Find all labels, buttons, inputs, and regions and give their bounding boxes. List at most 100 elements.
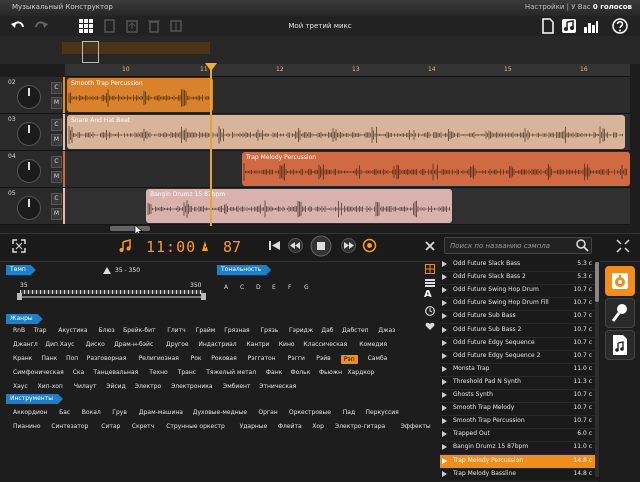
sample-row[interactable]: Trap Melody Bassline 14.8 с (440, 468, 598, 482)
sample-row[interactable]: Bangin Drumz 15 87bpm 11.0 с (440, 441, 598, 456)
genre-tag[interactable]: Фьюжн (319, 369, 342, 376)
instrument-tag[interactable]: Скретч (132, 423, 154, 430)
music-note-icon[interactable] (118, 239, 132, 253)
genre-tag[interactable]: Техно (149, 369, 168, 376)
genre-tag[interactable]: Разговорная (87, 355, 127, 362)
timeline-ruler[interactable]: 10 11 12 13 14 15 16 (65, 64, 630, 77)
instrument-tag[interactable]: Вокал (82, 409, 101, 416)
genre-tag[interactable]: Дип Хаус (45, 341, 74, 348)
genre-tag[interactable]: Джангл (13, 341, 38, 348)
genre-tag[interactable]: Кранк (13, 355, 32, 362)
track-lane[interactable]: Smooth Trap Percussion (65, 77, 630, 114)
genre-tag[interactable]: Эмбиент (223, 383, 250, 390)
play-icon[interactable] (442, 365, 447, 372)
fullscreen-icon[interactable] (12, 239, 26, 253)
instrument-tag[interactable]: Флейта (278, 423, 302, 430)
horizontal-scrollbar[interactable] (110, 226, 150, 231)
instrument-tag[interactable]: Эффекты (401, 423, 431, 430)
instrument-tag[interactable]: Ударные (240, 423, 268, 430)
sample-row[interactable]: Odd Future Edgy Sequence 10.7 с (440, 337, 598, 351)
sample-row[interactable]: Odd Future Swing Hop Drum 10.7 с (440, 284, 598, 299)
key-option[interactable]: A (224, 284, 228, 291)
genre-tag[interactable]: Глитч (167, 327, 185, 334)
bpm-display[interactable]: 87 (223, 238, 241, 256)
genre-tag[interactable]: Даб (321, 327, 333, 334)
genre-tag[interactable]: Брейк-бит (123, 327, 155, 334)
instrument-tag[interactable]: Струнные оркестр (166, 423, 225, 430)
tab-samples[interactable] (605, 266, 635, 296)
favorites-icon[interactable] (425, 321, 435, 331)
sample-row[interactable]: Smooth Trap Melody 10.7 с (440, 402, 598, 417)
sample-row[interactable]: Odd Future Sub Bass 2 10.7 с (440, 324, 598, 338)
volume-knob[interactable] (17, 196, 41, 220)
instrument-tag[interactable]: Перкуссия (366, 409, 399, 416)
genre-tag[interactable]: Диско (86, 341, 105, 348)
track-lane[interactable]: Trap Melody Percussion (65, 151, 630, 188)
genre-tag[interactable]: Акустика (58, 327, 87, 334)
equalizer-icon[interactable] (583, 18, 599, 34)
genre-tag[interactable]: Дабстеп (342, 327, 368, 334)
genre-tag[interactable]: Хардкор (348, 369, 375, 376)
list-view-icon[interactable] (425, 278, 435, 288)
play-icon[interactable] (442, 418, 447, 425)
instrument-tag[interactable]: Грув (112, 409, 127, 416)
new-file-icon[interactable] (540, 18, 556, 34)
music-file-icon[interactable] (561, 18, 577, 34)
instrument-tag[interactable]: Драм-машина (139, 409, 183, 416)
instrument-tag[interactable]: Аккордион (13, 409, 47, 416)
sample-row[interactable]: Ghosts Synth 10.7 с (440, 389, 598, 403)
search-icon[interactable] (576, 239, 589, 252)
play-icon[interactable] (442, 470, 447, 477)
instrument-tag[interactable]: Ситар (101, 423, 120, 430)
instrument-tag[interactable]: Электро-гитара (335, 423, 385, 430)
genre-tag[interactable]: Тяжелый метал (206, 369, 256, 376)
genre-tag[interactable]: Панк (42, 355, 58, 362)
genre-tag[interactable]: Грязь (261, 327, 279, 334)
audio-clip[interactable]: Snare And Hat Beat (67, 115, 625, 149)
genre-tag[interactable]: Рэгги (288, 355, 305, 362)
paste-icon[interactable] (124, 18, 140, 34)
instrument-tag[interactable]: Бас (59, 409, 70, 416)
play-icon[interactable] (442, 378, 447, 385)
metronome-icon[interactable] (199, 240, 211, 252)
sample-row[interactable]: Odd Future Slack Bass 2 5.3 с (440, 271, 598, 286)
tab-my-music[interactable] (605, 330, 635, 360)
genre-tag[interactable]: Фольк (291, 369, 311, 376)
genre-tag[interactable]: Роковая (211, 355, 236, 362)
clear-search-icon[interactable] (424, 240, 436, 252)
instrument-tag[interactable]: Духовые-медные (193, 409, 247, 416)
genre-tag[interactable]: Другое (166, 341, 189, 348)
genre-tag[interactable]: Рэйв (316, 355, 330, 362)
play-icon[interactable] (442, 326, 447, 333)
genre-tag[interactable]: Поп (66, 355, 78, 362)
tab-record[interactable] (605, 298, 635, 328)
genre-tag[interactable]: Trap (34, 327, 47, 334)
solo-button[interactable]: C (51, 193, 62, 205)
sample-row[interactable]: Threshold Pad N Synth 11.3 с (440, 376, 598, 390)
mute-button[interactable]: M (51, 134, 62, 146)
play-icon[interactable] (442, 313, 447, 320)
genre-tag[interactable]: Самба (368, 355, 388, 362)
tempo-handle-min[interactable] (17, 293, 22, 300)
settings-link[interactable]: Настройки (525, 3, 565, 11)
sample-row[interactable]: Odd Future Edgy Sequence 2 10.7 с (440, 350, 598, 364)
mix-name[interactable]: Мой третий микс (240, 22, 400, 30)
fast-forward-icon[interactable] (340, 238, 357, 253)
key-option[interactable]: E (272, 284, 276, 291)
play-icon[interactable] (442, 339, 447, 346)
genre-tag[interactable]: Электроника (171, 383, 212, 390)
rewind-icon[interactable] (287, 238, 304, 253)
delete-icon[interactable] (146, 18, 162, 34)
loop-icon[interactable] (361, 238, 378, 253)
genre-tag[interactable]: Хип-хоп (38, 383, 63, 390)
genre-tag[interactable]: Классическая (303, 341, 347, 348)
play-icon[interactable] (442, 261, 447, 267)
genre-tag[interactable]: Блюз (99, 327, 115, 334)
copy-icon[interactable] (102, 18, 118, 34)
instrument-tag[interactable]: Пианино (13, 423, 41, 430)
play-icon[interactable] (442, 457, 447, 464)
genre-tag[interactable]: Хаус (13, 383, 28, 390)
genre-tag[interactable]: Гэридж (289, 327, 313, 334)
play-icon[interactable] (442, 300, 447, 307)
genre-tag[interactable]: Грязная (224, 327, 249, 334)
